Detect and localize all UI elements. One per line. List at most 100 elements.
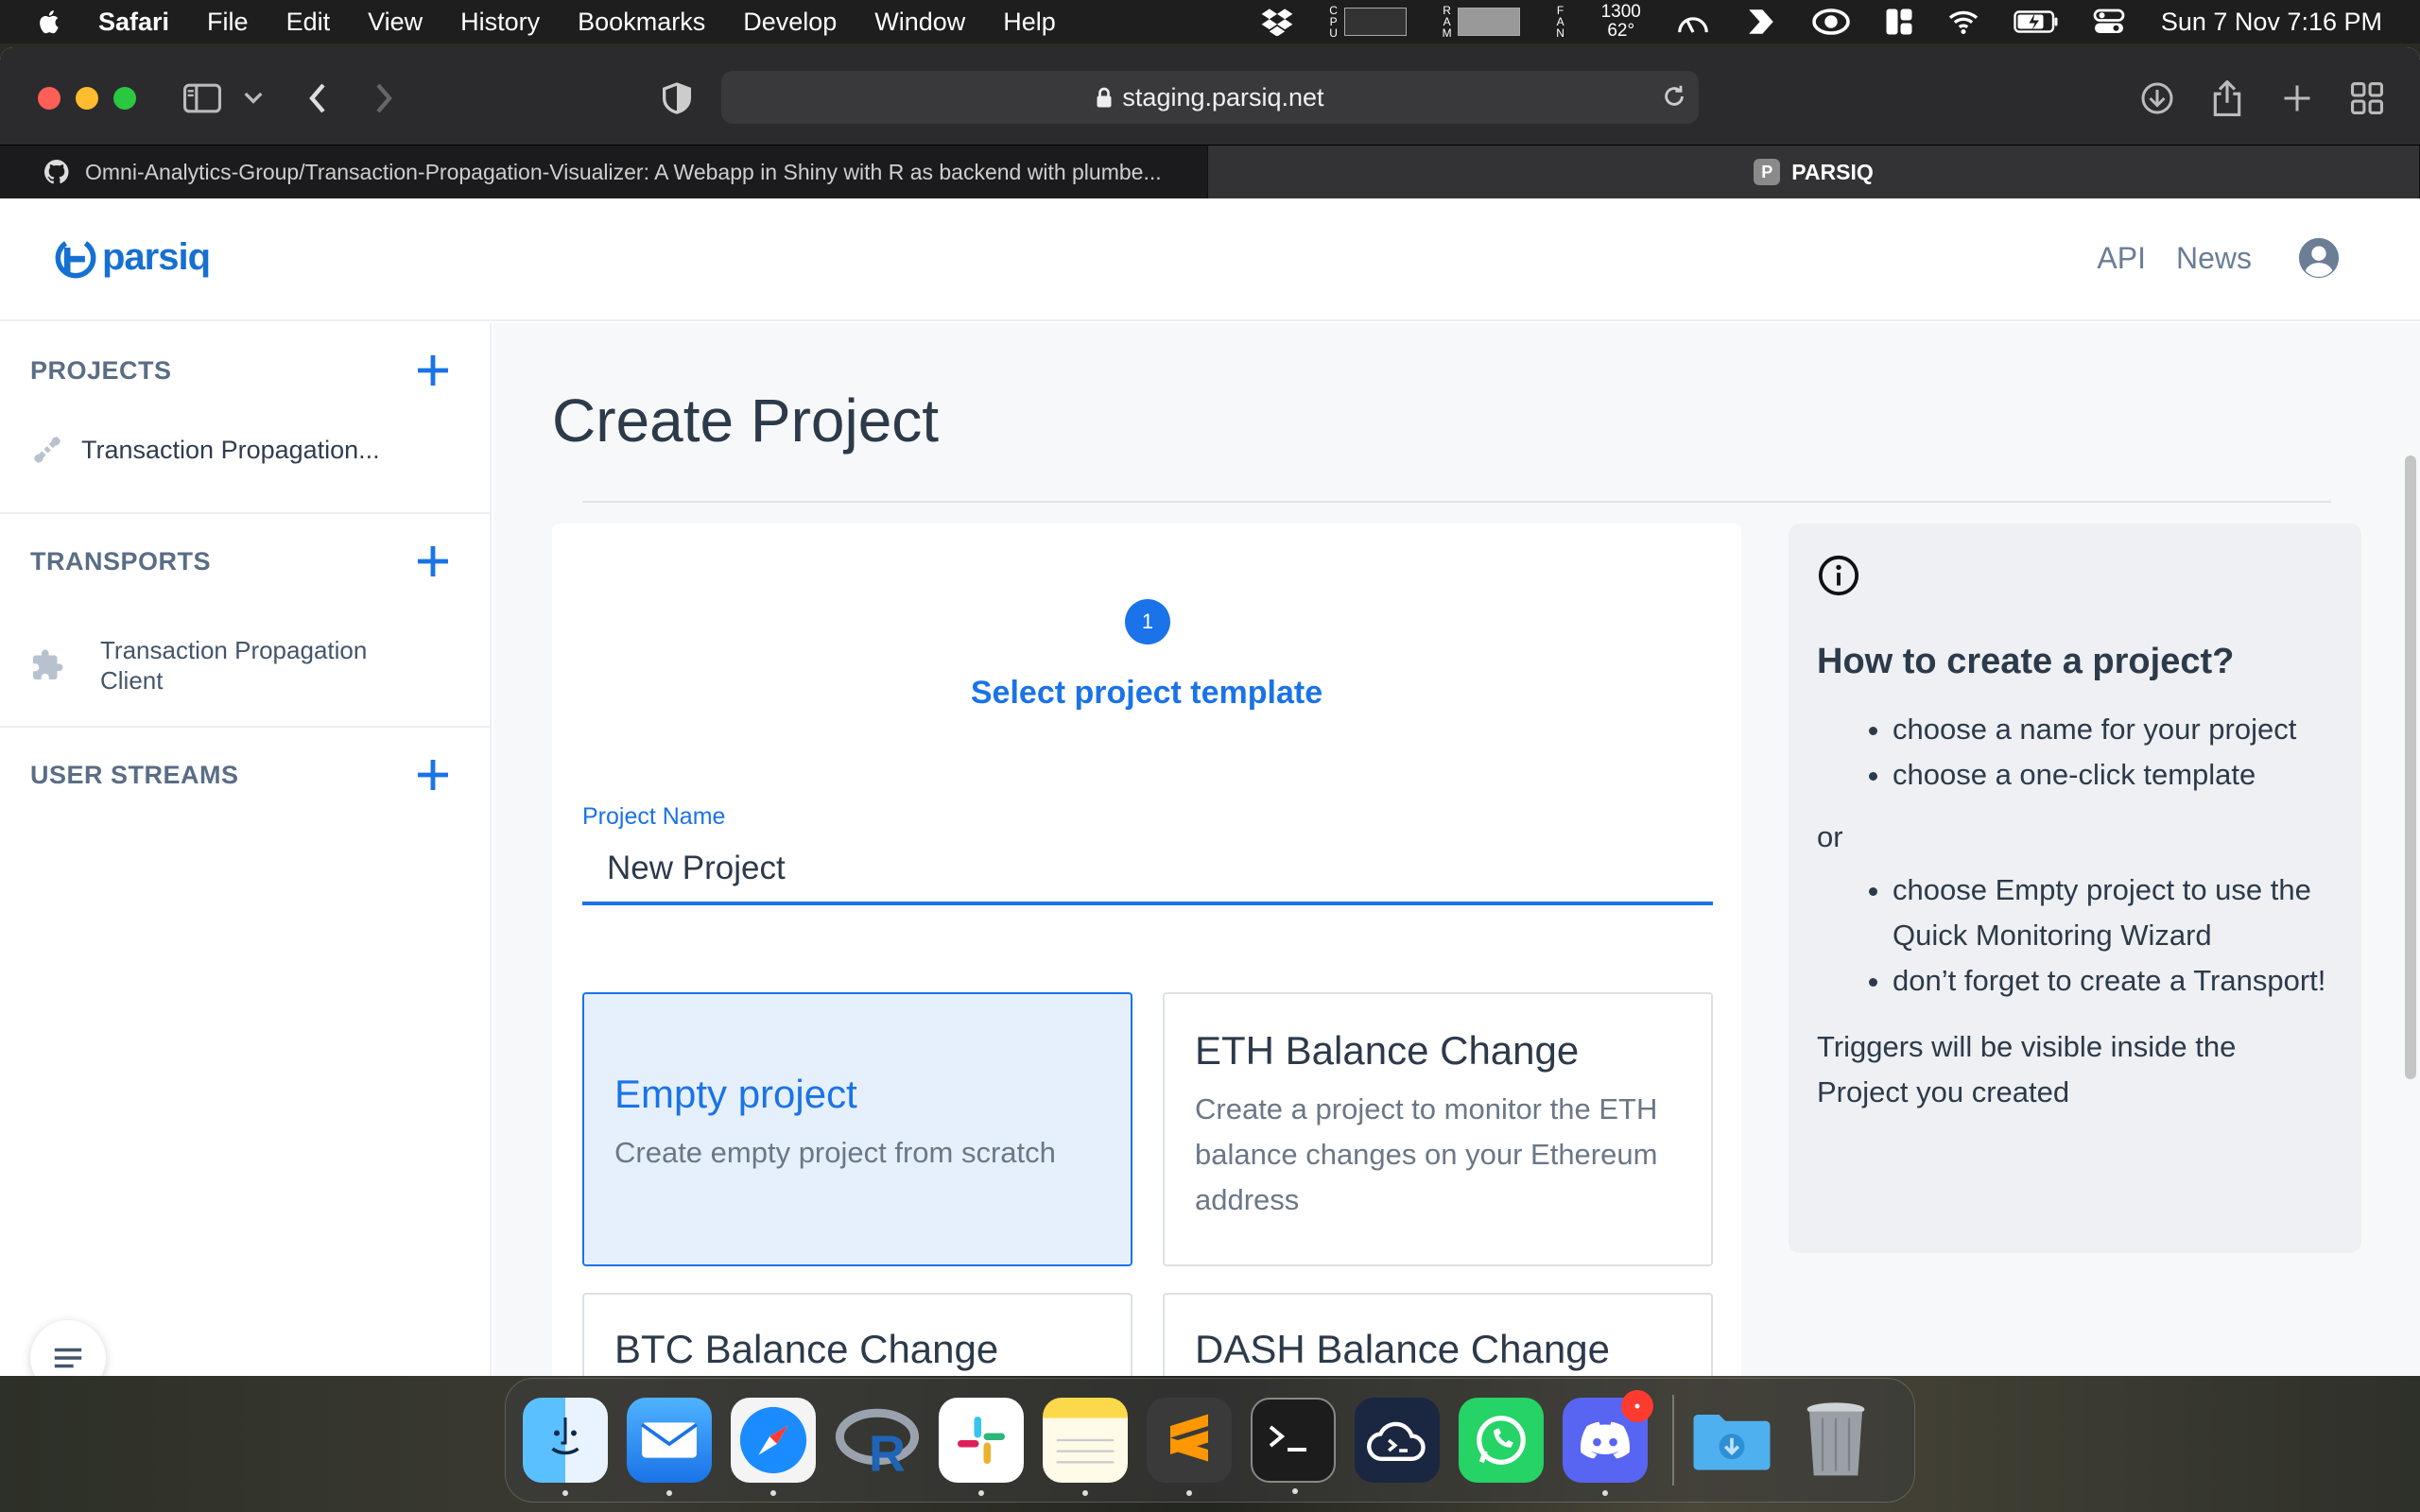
template-desc: Create a project to monitor the ETH bala…	[1195, 1092, 1658, 1216]
project-name-label: Project Name	[582, 803, 726, 830]
tab-parsiq[interactable]: P PARSIQ	[1208, 146, 2420, 198]
add-transport-icon[interactable]	[414, 542, 452, 580]
notes-icon[interactable]	[1043, 1398, 1128, 1496]
window-manager-icon[interactable]	[1885, 8, 1913, 36]
sidebar-transports-section: TRANSPORTS Transaction Propagation Clien…	[0, 514, 490, 728]
gauge-icon[interactable]	[1675, 6, 1711, 38]
eye-icon[interactable]	[1811, 7, 1851, 37]
forward-arrow-icon[interactable]	[361, 76, 406, 121]
logo-text: parsiq	[102, 236, 211, 278]
menu-window[interactable]: Window	[874, 8, 965, 37]
discord-icon[interactable]: •	[1563, 1390, 1653, 1496]
address-bar[interactable]: staging.parsiq.net	[721, 71, 1699, 124]
menu-edit[interactable]: Edit	[286, 8, 331, 37]
menu-bookmarks[interactable]: Bookmarks	[578, 8, 705, 37]
menu-help[interactable]: Help	[1003, 8, 1056, 37]
zoom-window-button[interactable]	[113, 87, 136, 110]
template-desc: Create empty project from scratch	[614, 1136, 1056, 1169]
template-title: ETH Balance Change	[1195, 1028, 1580, 1073]
add-stream-icon[interactable]	[414, 756, 452, 794]
nav-api-link[interactable]: API	[2097, 241, 2146, 276]
terminal-icon[interactable]	[1251, 1398, 1336, 1494]
finder-icon[interactable]	[523, 1398, 608, 1496]
wifi-icon[interactable]	[1947, 9, 1979, 35]
fan-monitor[interactable]: FAN	[1554, 5, 1567, 39]
tab-overview-icon[interactable]	[2344, 76, 2390, 121]
main-content: Create Project 1 Select project template…	[493, 323, 2420, 1376]
sidebar-streams-section: USER STREAMS	[0, 728, 490, 822]
template-title: DASH Balance Change	[1195, 1327, 1610, 1371]
r-icon[interactable]: R	[835, 1398, 920, 1483]
close-window-button[interactable]	[38, 87, 60, 110]
sidebar-toggle-icon[interactable]	[180, 76, 225, 121]
lock-icon	[1096, 86, 1113, 109]
help-panel: How to create a project? choose a name f…	[1789, 524, 2361, 1253]
shortcut-icon[interactable]	[1745, 6, 1777, 38]
safari-icon[interactable]	[731, 1398, 816, 1496]
share-icon[interactable]	[2204, 76, 2250, 121]
github-icon	[43, 159, 70, 185]
step-indicator: 1	[1125, 599, 1170, 644]
cloud-terminal-icon[interactable]	[1355, 1398, 1440, 1483]
minimize-window-button[interactable]	[76, 87, 98, 110]
dock-separator	[1672, 1395, 1674, 1486]
new-tab-icon[interactable]	[2274, 76, 2320, 121]
sidebar-item-transport[interactable]: Transaction Propagation Client	[0, 609, 490, 722]
cpu-monitor[interactable]: CPU	[1327, 5, 1407, 39]
template-btc-balance-change[interactable]: BTC Balance Change	[582, 1293, 1132, 1376]
running-indicator	[666, 1490, 672, 1496]
fan-temp-readout[interactable]: 1300 62°	[1601, 3, 1641, 41]
chevron-down-icon[interactable]	[231, 76, 276, 121]
url-text: staging.parsiq.net	[1122, 82, 1324, 112]
parsiq-logo-icon	[55, 237, 96, 278]
template-dash-balance-change[interactable]: DASH Balance Change	[1163, 1293, 1713, 1376]
battery-icon[interactable]	[2014, 9, 2059, 34]
slack-icon[interactable]	[939, 1398, 1024, 1496]
mail-icon[interactable]	[627, 1398, 712, 1496]
user-account-icon[interactable]	[2297, 236, 2341, 280]
menu-view[interactable]: View	[368, 8, 423, 37]
fan-label: FAN	[1556, 4, 1564, 40]
running-indicator	[770, 1490, 776, 1496]
help-list-item: choose a one-click template	[1893, 752, 2333, 798]
downloads-folder-icon[interactable]	[1689, 1398, 1774, 1483]
sidebar-projects-section: PROJECTS Transaction Propagation...	[0, 323, 490, 514]
trash-icon[interactable]	[1793, 1398, 1878, 1483]
reload-icon[interactable]	[1661, 83, 1687, 116]
apple-icon[interactable]	[36, 8, 64, 36]
back-arrow-icon[interactable]	[295, 76, 340, 121]
template-empty-project[interactable]: Empty project Create empty project from …	[582, 992, 1132, 1266]
menu-history[interactable]: History	[460, 8, 540, 37]
help-footer-text: Triggers will be visible inside the Proj…	[1817, 1030, 2237, 1108]
sidebar-item-project[interactable]: Transaction Propagation...	[0, 408, 490, 491]
help-list-1: choose a name for your project choose a …	[1817, 707, 2333, 798]
page-title: Create Project	[552, 387, 940, 455]
page-scrollbar[interactable]	[2405, 455, 2416, 1079]
title-divider	[582, 501, 2331, 503]
downloads-icon[interactable]	[2135, 76, 2180, 121]
web-page: parsiq API News PROJECTS Transaction Pro…	[0, 200, 2420, 1376]
fan-rpm: 1300	[1600, 2, 1641, 22]
dropbox-icon[interactable]	[1261, 8, 1293, 36]
tab-github[interactable]: Omni-Analytics-Group/Transaction-Propaga…	[0, 146, 1208, 198]
ram-monitor[interactable]: RAM	[1441, 5, 1520, 39]
menubar-clock[interactable]: Sun 7 Nov 7:16 PM	[2161, 8, 2382, 37]
menu-app-name[interactable]: Safari	[98, 8, 169, 37]
control-center-icon[interactable]	[2093, 8, 2125, 36]
privacy-shield-icon[interactable]	[654, 76, 700, 121]
whatsapp-icon[interactable]	[1459, 1398, 1544, 1483]
running-indicator	[1186, 1490, 1192, 1496]
project-name-input[interactable]	[582, 835, 1713, 905]
template-eth-balance-change[interactable]: ETH Balance Change Create a project to m…	[1163, 992, 1713, 1266]
menu-file[interactable]: File	[207, 8, 249, 37]
template-title: BTC Balance Change	[614, 1327, 999, 1371]
add-project-icon[interactable]	[414, 352, 452, 389]
parsiq-favicon: P	[1754, 159, 1781, 185]
sublime-icon[interactable]	[1147, 1398, 1232, 1496]
menu-develop[interactable]: Develop	[743, 8, 837, 37]
menu-fab-button[interactable]	[30, 1320, 106, 1376]
parsiq-logo[interactable]: parsiq	[55, 236, 211, 279]
help-list-2: choose Empty project to use the Quick Mo…	[1817, 868, 2333, 1004]
nav-news-link[interactable]: News	[2176, 241, 2252, 276]
svg-text:R: R	[869, 1425, 906, 1478]
